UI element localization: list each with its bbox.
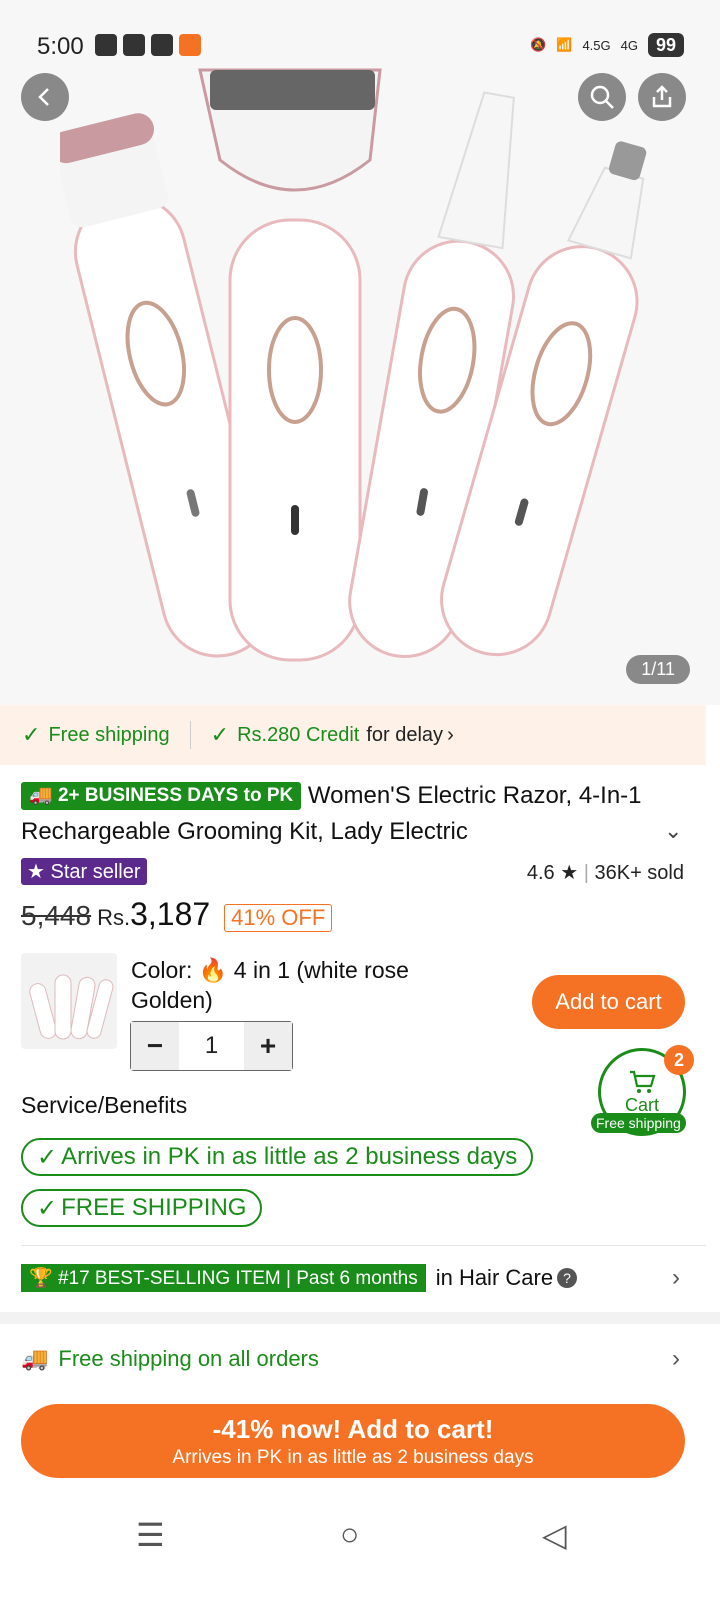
- check-icon: ✓: [37, 1143, 58, 1171]
- rating-summary[interactable]: 4.6 ★ | 36K+ sold: [527, 860, 684, 885]
- battery-indicator: 99: [647, 33, 684, 57]
- back-triangle-icon[interactable]: ◁: [542, 1516, 567, 1554]
- price-row: 5,448 Rs. 3,187 41% OFF: [21, 896, 333, 933]
- star-seller-label: Star seller: [50, 861, 141, 883]
- cart-icon: [630, 1070, 656, 1093]
- chevron-left-icon: [38, 88, 49, 106]
- star-seller-badge: ★ Star seller: [21, 858, 147, 885]
- benefit-tag: ✓ FREE SHIPPING: [21, 1189, 263, 1227]
- share-button[interactable]: [638, 73, 686, 121]
- cart-free-shipping-badge: Free shipping: [591, 1113, 686, 1133]
- free-shipping-row-label: Free shipping on all orders: [58, 1346, 319, 1371]
- section-gap: [0, 1312, 720, 1324]
- benefit-label: Arrives in PK in as little as 2 business…: [61, 1143, 518, 1170]
- wifi-icon: 📶: [556, 37, 573, 52]
- product-image: [60, 68, 647, 662]
- product-image-gallery[interactable]: 5:00 🔕 📶 4.5G 4G 99 1/11: [0, 0, 720, 705]
- search-icon: [590, 85, 614, 109]
- menu-icon[interactable]: ☰: [136, 1516, 165, 1554]
- color-selection: Color: 🔥 4 in 1 (white rose Golden): [131, 955, 491, 1015]
- currency-label: Rs.: [97, 905, 131, 930]
- network-2-label: 4G: [620, 37, 638, 53]
- help-icon[interactable]: ?: [557, 1268, 578, 1288]
- flame-icon: 🔥: [198, 957, 228, 983]
- bottom-add-to-cart-button[interactable]: -41% now! Add to cart! Arrives in PK in …: [21, 1404, 685, 1478]
- app-icon: [151, 34, 173, 56]
- chat-icon: [95, 34, 117, 56]
- best-selling-category: in Hair Care: [435, 1265, 554, 1290]
- benefit-tag: ✓ Arrives in PK in as little as 2 busine…: [21, 1138, 534, 1176]
- quantity-stepper: − 1 +: [130, 1021, 293, 1071]
- notification-icons: [95, 34, 201, 56]
- home-icon[interactable]: ○: [340, 1516, 359, 1553]
- parking-icon: [123, 34, 145, 56]
- truck-icon: 🚚: [29, 785, 53, 806]
- variant-thumbnail[interactable]: [21, 953, 117, 1049]
- cart-count-badge: 2: [664, 1045, 694, 1075]
- back-button[interactable]: [21, 73, 69, 121]
- delivery-days-badge: 🚚 2+ BUSINESS DAYS to PK: [21, 782, 302, 810]
- benefit-label: FREE SHIPPING: [61, 1194, 247, 1221]
- increase-button[interactable]: +: [244, 1022, 292, 1070]
- add-to-cart-button[interactable]: Add to cart: [532, 975, 685, 1029]
- sale-price: 3,187: [130, 896, 211, 932]
- system-nav-bar: [0, 1490, 720, 1600]
- rating-value: 4.6: [526, 862, 555, 884]
- free-shipping-row[interactable]: 🚚 Free shipping on all orders: [21, 1346, 319, 1372]
- rating-divider: |: [583, 862, 589, 884]
- star-icon: ★: [560, 862, 579, 884]
- quantity-value[interactable]: 1: [179, 1022, 244, 1070]
- image-counter: 1/11: [626, 655, 690, 684]
- chevron-right-icon: ›: [447, 723, 454, 746]
- chevron-right-icon[interactable]: ›: [672, 1345, 680, 1373]
- discount-badge: 41% OFF: [224, 904, 333, 932]
- status-time: 5:00: [37, 33, 84, 60]
- divider: [189, 721, 191, 749]
- best-selling-text: #17 BEST-SELLING ITEM | Past 6 months: [57, 1268, 418, 1289]
- mute-icon: 🔕: [530, 37, 547, 52]
- original-price: 5,448: [21, 900, 92, 931]
- network-1-label: 4.5G: [582, 37, 611, 53]
- cta-sub-label: Arrives in PK in as little as 2 business…: [172, 1446, 534, 1468]
- check-icon: ✓: [210, 722, 230, 747]
- service-title: Service/Benefits: [21, 1092, 188, 1118]
- chevron-right-icon[interactable]: ›: [672, 1264, 680, 1292]
- trophy-icon: 🏆: [29, 1268, 53, 1289]
- credit-label: Rs.280 Credit: [237, 723, 360, 746]
- sold-count: 36K+ sold: [594, 862, 684, 884]
- truck-icon: 🚚: [21, 1346, 49, 1371]
- store-icon: [179, 34, 201, 56]
- divider: [21, 1245, 706, 1246]
- best-selling-badge: 🏆 #17 BEST-SELLING ITEM | Past 6 months: [21, 1264, 426, 1292]
- product-title: 🚚 2+ BUSINESS DAYS to PK Women'S Electri…: [21, 778, 661, 850]
- check-icon: ✓: [22, 722, 41, 747]
- search-button[interactable]: [578, 73, 626, 121]
- decrease-button[interactable]: −: [131, 1022, 179, 1070]
- share-icon: [652, 85, 672, 108]
- cta-main-label: -41% now! Add to cart!: [212, 1413, 494, 1444]
- free-shipping-label: Free shipping: [48, 723, 170, 746]
- color-label: Color:: [131, 957, 193, 983]
- system-icons: 🔕 📶 4.5G 4G 99: [530, 33, 684, 57]
- expand-title-chevron-down-icon[interactable]: ⌄: [664, 818, 682, 844]
- variant-image: [29, 974, 114, 1040]
- best-selling-row[interactable]: 🏆 #17 BEST-SELLING ITEM | Past 6 months …: [21, 1264, 578, 1292]
- shipping-strip[interactable]: ✓ Free shipping ✓ Rs.280 Credit for dela…: [0, 705, 706, 765]
- delivery-days-text: 2+ BUSINESS DAYS to PK: [57, 785, 294, 806]
- credit-suffix: for delay: [366, 723, 444, 746]
- check-icon: ✓: [37, 1194, 58, 1222]
